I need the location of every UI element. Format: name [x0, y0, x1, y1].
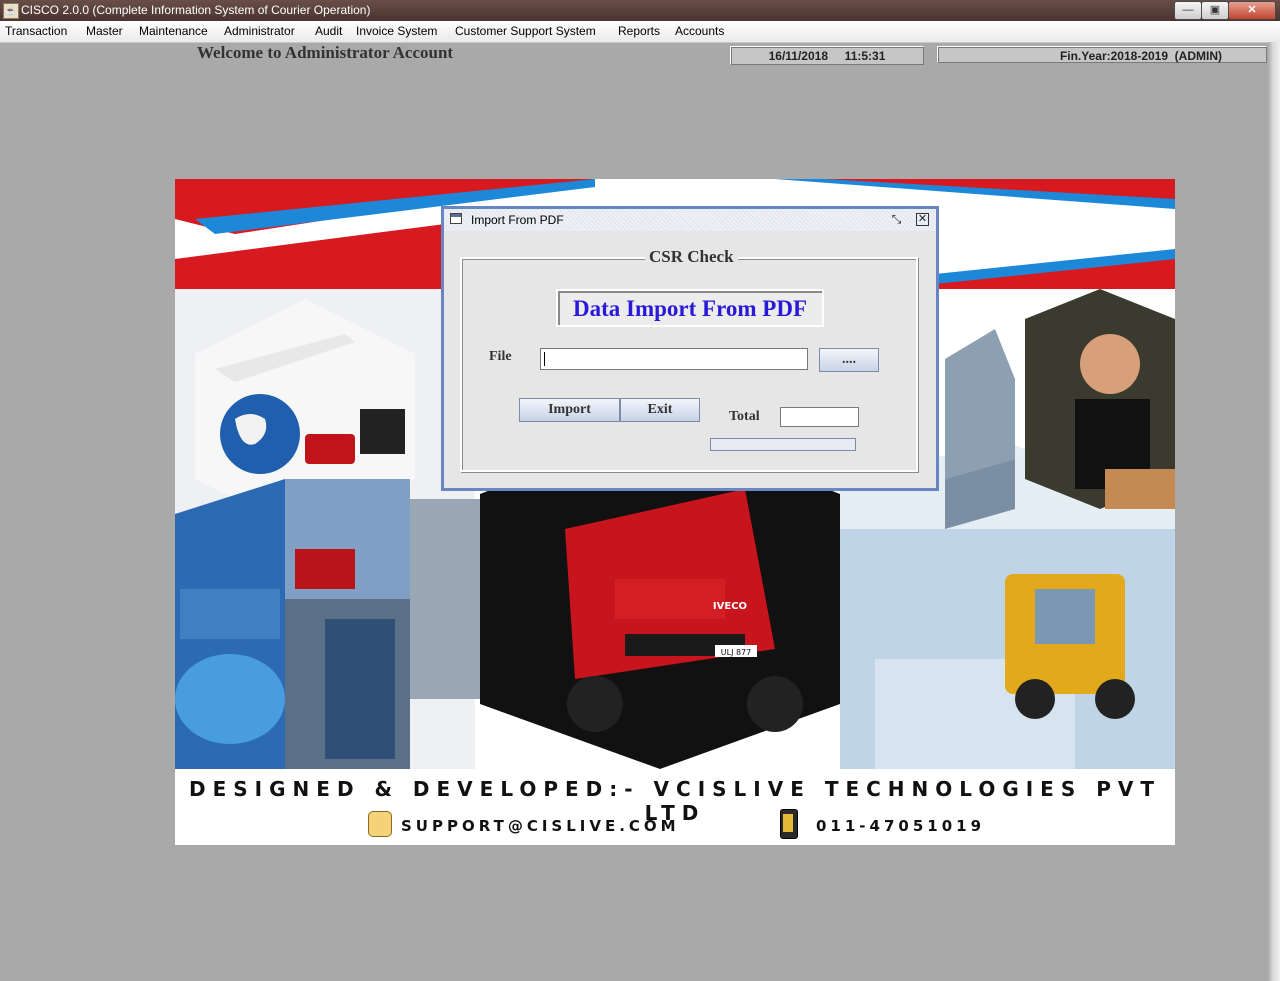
phone-icon: [780, 809, 798, 839]
welcome-heading: Welcome to Administrator Account: [197, 43, 454, 62]
support-email: SUPPORT@CISLIVE.COM: [401, 817, 680, 835]
menu-maintenance[interactable]: Maintenance: [139, 21, 208, 42]
dialog-title: Import From PDF: [471, 213, 564, 227]
csr-check-group: CSR Check Data Import From PDF File ....…: [460, 247, 918, 472]
data-import-heading: Data Import From PDF: [556, 289, 824, 327]
minimize-button[interactable]: —: [1174, 1, 1202, 20]
finyear-display: Fin.Year:2018-2019 (ADMIN): [937, 46, 1267, 63]
desktop-edge: [1268, 42, 1280, 981]
menu-transaction[interactable]: Transaction: [5, 21, 67, 42]
window-frame-icon: [450, 213, 462, 224]
java-cup-icon: ☕: [3, 3, 19, 19]
support-phone: 011-47051019: [816, 817, 986, 835]
total-label: Total: [729, 409, 760, 424]
close-dialog-button[interactable]: ✕: [916, 213, 929, 226]
import-pdf-dialog: Import From PDF ⤡ ✕ CSR Check Data Impor…: [441, 206, 939, 491]
import-progress-bar: [710, 438, 856, 451]
window-titlebar: ☕ CISCO 2.0.0 (Complete Information Syst…: [0, 0, 1280, 21]
browse-button[interactable]: ....: [819, 348, 879, 372]
window-title: CISCO 2.0.0 (Complete Information System…: [21, 3, 371, 17]
dialog-titlebar[interactable]: Import From PDF ⤡ ✕: [444, 209, 936, 231]
exit-button[interactable]: Exit: [620, 398, 700, 422]
import-button[interactable]: Import: [519, 398, 620, 422]
menu-audit[interactable]: Audit: [315, 21, 342, 42]
group-title: CSR Check: [645, 247, 738, 267]
menu-administrator[interactable]: Administrator: [224, 21, 295, 42]
file-label: File: [489, 349, 512, 364]
support-email-icon: [368, 811, 392, 837]
restore-button[interactable]: ⤡: [890, 213, 903, 226]
menu-customer-support-system[interactable]: Customer Support System: [455, 21, 596, 42]
menubar: Transaction Master Maintenance Administr…: [0, 21, 1280, 43]
menu-invoice-system[interactable]: Invoice System: [356, 21, 437, 42]
menu-master[interactable]: Master: [86, 21, 123, 42]
menu-accounts[interactable]: Accounts: [675, 21, 724, 42]
truck-plate: ULJ 877: [721, 648, 751, 657]
datetime-display: 16/11/2018 11:5:31: [730, 46, 924, 65]
close-window-button[interactable]: ✕: [1228, 1, 1276, 20]
menu-reports[interactable]: Reports: [618, 21, 660, 42]
total-field: [780, 407, 859, 427]
maximize-button[interactable]: ▣: [1201, 1, 1229, 20]
truck-brand: IVECO: [713, 601, 747, 612]
file-path-input[interactable]: [540, 348, 808, 370]
